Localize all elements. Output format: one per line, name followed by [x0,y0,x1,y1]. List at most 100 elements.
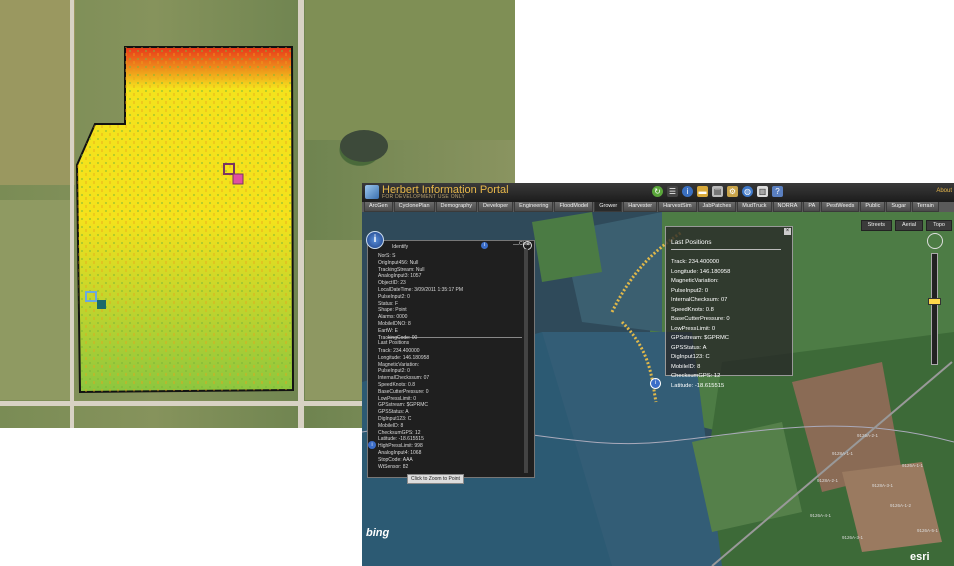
identify-position-field: MagneticVariation: [378,361,420,368]
print-icon[interactable]: ▤ [712,186,723,197]
tab-harvestsim[interactable]: HarvestSim [658,202,697,212]
gear-icon[interactable]: ⚙ [727,186,738,197]
panel-info-icon[interactable]: i [481,242,488,249]
sample-marker[interactable] [97,300,106,309]
info-icon[interactable]: i [682,186,693,197]
identify-position-field: StopCode: AAA [378,456,413,463]
tab-terrain[interactable]: Terrain [912,202,939,212]
portal-header: Herbert Information Portal FOR DEVELOPME… [362,183,954,202]
zoom-to-point-icon[interactable]: i [368,441,376,449]
identify-position-field: ChecksumGPS: 12 [378,429,421,436]
identify-positions: Track: 234.400000 Longitude: 146.180958 Ma… [378,348,429,470]
identify-property: Alarms: 0000 [378,314,408,321]
identify-property: Status: F [378,300,399,307]
tab-cycloneplan[interactable]: CyclonePlan [393,202,435,212]
popup-attribute: GPSStatus: A [671,344,707,351]
zoom-slider-handle[interactable] [928,298,941,305]
refresh-icon[interactable]: ↻ [652,186,663,197]
identify-position-field: LowPressLimit: 0 [378,395,417,402]
vehicle-point-icon[interactable]: i [650,378,661,389]
lot-label: 9128A-2-1 [817,478,839,483]
about-link[interactable]: About [936,188,952,194]
zoom-slider[interactable] [931,253,938,365]
globe-icon[interactable]: ◍ [742,186,753,197]
identify-position-field: Latitude: -18.615515 [378,436,424,443]
tab-harvester[interactable]: Harvester [623,202,658,212]
tab-sugar[interactable]: Sugar [886,202,912,212]
tab-demography[interactable]: Demography [435,202,478,212]
clear-button[interactable]: Clear [519,241,531,247]
popup-title: Last Positions [671,239,712,246]
identify-property: MobileIDNO: 8 [378,320,411,327]
tab-norra[interactable]: NORRA [772,202,803,212]
popup-attribute: ChecksumGPS: 12 [671,373,721,379]
portal-logo-icon [365,185,379,199]
popup-attribute: Track: 234.400000 [671,259,720,265]
identify-section-title: Last Positions [378,340,410,346]
tab-grower[interactable]: Grower [594,202,623,212]
identify-property: EartW: E [378,327,398,334]
basemap-aerial-button[interactable]: Aerial [895,220,924,231]
tab-public[interactable]: Public [860,202,886,212]
identify-position-field: WtSensor: 82 [378,463,409,470]
identify-position-field: DigInput123: C [378,415,412,422]
popup-attribute: DigInput123: C [671,354,710,360]
tab-floodmodel[interactable]: FloodModel [554,202,594,212]
popup-attribute: Longitude: 146.180958 [671,268,731,275]
identify-property: NorS: S [378,253,396,259]
identify-property: ObjectID: 23 [378,280,406,287]
popup-attribute: PulseInput2: 0 [671,287,709,294]
bing-logo: bing [366,527,390,539]
basemap-streets-button[interactable]: Streets [860,220,892,231]
tab-arcgen[interactable]: ArcGen [364,202,393,212]
popup-attribute: GPSstream: $GPRMC [671,335,729,341]
identify-position-field: GPSstream: $GPRMC [378,402,429,409]
tab-bar: ArcGen CyclonePlan Demography Developer Engi… [362,202,954,212]
identify-property: AnalogInput3: 1057 [378,273,422,280]
identify-scrollbar[interactable] [524,249,528,473]
identify-property: OrigInput456: Null [378,259,419,266]
list-icon[interactable]: ☰ [667,186,678,197]
tab-pa[interactable]: PA [803,202,821,212]
identify-position-field: InternalCheckssum: 07 [378,375,430,382]
identify-position-field: HighPressLimit: 998 [378,443,423,450]
popup-attribute: SpeedKnots: 0.8 [671,306,714,313]
tab-engineering[interactable]: Engineering [514,202,554,212]
lot-label: 9126A-4-1 [810,513,832,518]
lot-label: 9126A-2-1 [857,433,879,438]
tab-pestweeds[interactable]: PestWeeds [821,202,860,212]
identify-position-field: PulseInput2: 0 [378,368,410,375]
toolbar: ↻ ☰ i ▬ ▤ ⚙ ◍ ▥ ? [652,186,783,197]
lot-label: 9126A-5-1 [917,528,939,533]
identify-panel: Identify i — × NorS: S OrigInput456: Null… [367,240,535,484]
lot-label: 9128A-3-1 [872,483,894,488]
identify-properties: NorS: S OrigInput456: Null TrackingStream:… [378,253,463,341]
identify-position-field: AnalogInput4: 1068 [378,449,422,456]
lot-label: 9128A-1-1 [832,451,854,456]
esri-logo: esri [910,551,930,563]
popup-attribute: MobileID: 8 [671,363,701,370]
pan-control[interactable] [927,233,943,249]
close-icon[interactable]: × [784,228,791,235]
identify-position-field: Track: 234.400000 [378,348,420,354]
popup-attribute-list: Track: 234.400000 Longitude: 146.180958 Ma… [671,258,730,391]
sample-marker[interactable] [232,173,244,185]
divider [671,249,781,250]
tab-developer[interactable]: Developer [478,202,514,212]
identify-position-field: MobileID: 8 [378,422,404,429]
help-icon[interactable]: ? [772,186,783,197]
folder-icon[interactable]: ▬ [697,186,708,197]
popup-attribute: BaseCutterPressure: 0 [671,316,730,322]
identify-property: LocalDateTime: 3/09/2011 1:35:17 PM [378,286,464,293]
lot-label: 9126A-1-1 [902,463,924,468]
popup-attribute: Latitude: -18.615515 [671,382,725,389]
identify-tool-icon[interactable]: i [366,231,384,249]
lot-label: 9126A-1-2 [890,503,912,508]
basemap-topo-button[interactable]: Topo [926,220,952,231]
zoom-to-point-tooltip: Click to Zoom to Point [407,474,464,484]
chart-icon[interactable]: ▥ [757,186,768,197]
portal-subtitle: FOR DEVELOPMENT USE ONLY [382,194,466,200]
tab-jabpatches[interactable]: JabPatches [697,202,737,212]
tab-mudtruck[interactable]: MudTruck [737,202,772,212]
popup-attribute: InternalChecksum: 07 [671,297,728,303]
